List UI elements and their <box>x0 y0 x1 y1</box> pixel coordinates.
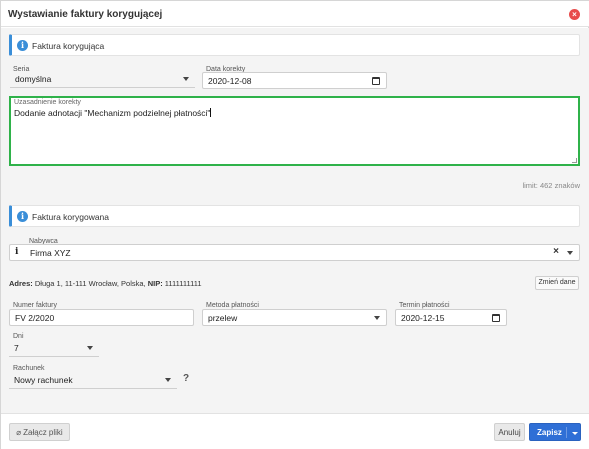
paperclip-icon: ⌀ <box>16 428 22 437</box>
invoice-number-value: FV 2/2020 <box>15 313 55 323</box>
dialog-title: Wystawianie faktury korygującej <box>8 9 163 20</box>
text-cursor <box>210 108 212 117</box>
days-value: 7 <box>14 343 19 353</box>
correction-date-value: 2020-12-08 <box>208 76 252 86</box>
payment-method-value: przelew <box>208 313 238 323</box>
chevron-down-icon <box>87 346 93 350</box>
justification-textarea[interactable]: Uzasadnienie korekty Dodanie adnotacji "… <box>9 96 580 166</box>
invoice-number-label: Numer faktury <box>13 302 57 309</box>
chevron-down-icon <box>374 316 380 320</box>
clear-icon[interactable]: × <box>553 246 559 257</box>
justification-label: Uzasadnienie korekty <box>14 99 81 106</box>
info-icon: i <box>17 211 28 222</box>
dialog-body: i Faktura korygująca Seria domyślna Data… <box>1 28 589 413</box>
chevron-down-icon <box>165 378 171 382</box>
dialog-footer: ⌀ Załącz pliki Anuluj Zapisz <box>1 413 589 449</box>
correction-date-input[interactable]: 2020-12-08 <box>202 72 387 89</box>
resize-handle-icon[interactable] <box>572 158 577 163</box>
dialog-header: Wystawianie faktury korygującej × <box>1 1 589 27</box>
justification-value: Dodanie adnotacji "Mechanizm podzielnej … <box>14 108 212 118</box>
chevron-down-icon[interactable] <box>572 432 578 435</box>
payment-method-select[interactable]: przelew <box>202 309 387 326</box>
days-select[interactable]: 7 <box>9 340 99 357</box>
series-select[interactable]: domyślna <box>10 71 195 88</box>
address-text: Długa 1, 11-111 Wrocław, Polska, <box>34 279 146 288</box>
correcting-invoice-title: Faktura korygująca <box>32 41 105 51</box>
buyer-select[interactable]: i Firma XYZ × <box>9 244 580 261</box>
help-icon[interactable]: ? <box>183 373 189 384</box>
attach-files-button[interactable]: ⌀ Załącz pliki <box>9 423 70 441</box>
invoice-correction-dialog: Wystawianie faktury korygującej × i Fakt… <box>0 0 589 449</box>
save-label: Zapisz <box>537 428 562 437</box>
buyer-value: Firma XYZ <box>30 248 71 258</box>
nip-value: 1111111111 <box>164 279 202 288</box>
button-divider <box>566 427 567 438</box>
info-icon[interactable]: i <box>15 247 18 257</box>
calendar-icon[interactable] <box>492 314 500 322</box>
correcting-invoice-panel: i Faktura korygująca <box>9 34 580 56</box>
days-label: Dni <box>13 333 24 340</box>
corrected-invoice-title: Faktura korygowana <box>32 212 110 222</box>
payment-term-label: Termin płatności <box>399 302 450 309</box>
calendar-icon[interactable] <box>372 77 380 85</box>
nip-label: NIP: <box>147 279 163 288</box>
invoice-number-input[interactable]: FV 2/2020 <box>9 309 194 326</box>
payment-method-label: Metoda płatności <box>206 302 259 309</box>
account-label: Rachunek <box>13 365 45 372</box>
payment-term-value: 2020-12-15 <box>401 313 445 323</box>
buyer-address: Adres: Długa 1, 11-111 Wrocław, Polska, … <box>9 279 202 288</box>
corrected-invoice-panel: i Faktura korygowana <box>9 205 580 227</box>
character-limit: limit: 462 znaków <box>522 181 580 190</box>
close-icon[interactable]: × <box>569 9 580 20</box>
chevron-down-icon[interactable] <box>567 251 573 255</box>
payment-term-input[interactable]: 2020-12-15 <box>395 309 507 326</box>
account-value: Nowy rachunek <box>14 375 73 385</box>
change-data-button[interactable]: Zmień dane <box>535 276 579 290</box>
chevron-down-icon <box>183 77 189 81</box>
address-prefix: Adres: <box>9 279 33 288</box>
account-select[interactable]: Nowy rachunek <box>9 372 177 389</box>
cancel-button[interactable]: Anuluj <box>494 423 525 441</box>
series-value: domyślna <box>15 74 52 84</box>
save-button[interactable]: Zapisz <box>529 423 581 441</box>
info-icon: i <box>17 40 28 51</box>
